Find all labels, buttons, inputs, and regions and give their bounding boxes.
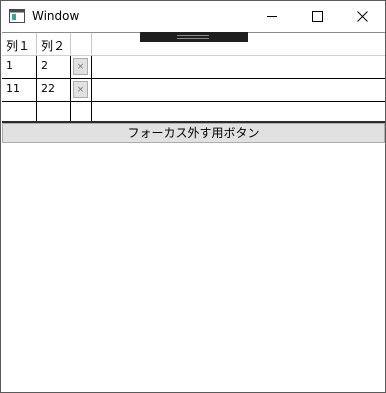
grid-cell[interactable] xyxy=(37,102,71,121)
column-header-3[interactable] xyxy=(71,33,92,55)
minimize-icon xyxy=(267,16,277,17)
grip-line xyxy=(177,38,209,39)
grid-cell xyxy=(71,102,92,121)
data-grid[interactable]: 列１ 列２ 1 2 × 11 22 × xyxy=(2,32,385,123)
window-title: Window xyxy=(32,9,80,23)
app-window-icon xyxy=(9,9,25,23)
column-header-1[interactable]: 列１ xyxy=(2,33,37,55)
grid-filler-cell xyxy=(92,102,385,121)
unfocus-button[interactable]: フォーカス外す用ボタン xyxy=(2,123,385,143)
grid-cell[interactable]: 2 xyxy=(37,56,71,78)
delete-cell: × xyxy=(71,79,92,101)
grip-line xyxy=(177,35,209,36)
new-item-row[interactable] xyxy=(2,102,385,122)
grid-cell[interactable]: 22 xyxy=(37,79,71,101)
table-row[interactable]: 1 2 × xyxy=(2,56,385,79)
minimize-button[interactable] xyxy=(249,1,294,32)
maximize-icon xyxy=(312,11,323,22)
title-bar[interactable]: Window xyxy=(1,1,385,32)
main-window: Window 列１ 列２ 1 2 × 11 22 × フォーカス外す用ボタン xyxy=(0,0,386,393)
grid-cell[interactable]: 11 xyxy=(2,79,37,101)
grid-filler-cell xyxy=(92,56,385,78)
grid-cell[interactable] xyxy=(2,102,37,121)
close-icon xyxy=(357,11,368,22)
delete-cell: × xyxy=(71,56,92,78)
delete-row-button[interactable]: × xyxy=(73,81,88,98)
grid-filler-cell xyxy=(92,79,385,101)
drag-handle[interactable] xyxy=(140,32,248,42)
maximize-button[interactable] xyxy=(294,1,339,32)
delete-row-button[interactable]: × xyxy=(73,58,88,75)
column-header-2[interactable]: 列２ xyxy=(37,33,71,55)
grid-cell[interactable]: 1 xyxy=(2,56,37,78)
table-row[interactable]: 11 22 × xyxy=(2,79,385,102)
close-button[interactable] xyxy=(340,1,385,32)
